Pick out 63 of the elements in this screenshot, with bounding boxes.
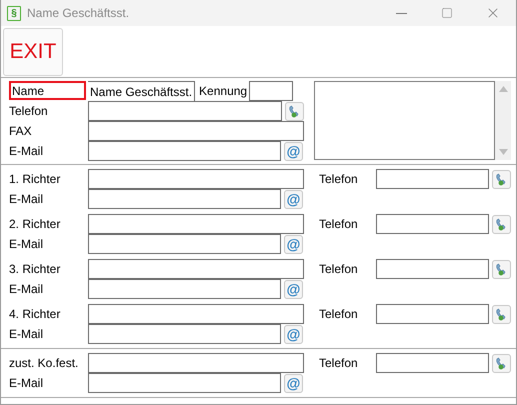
email-input[interactable] [88, 234, 281, 254]
phone-button[interactable] [492, 304, 511, 324]
email-label: E-Mail [9, 191, 44, 208]
phone-icon [288, 104, 301, 118]
email-input[interactable] [88, 141, 281, 161]
phone-label: Telefon [319, 171, 359, 188]
phone-button[interactable] [492, 170, 511, 188]
email-label: E-Mail [9, 236, 44, 253]
email-button[interactable]: @ [284, 280, 303, 298]
id-input[interactable] [249, 81, 294, 101]
maximize-icon [441, 7, 453, 19]
minimize-icon [396, 12, 406, 14]
email-input[interactable] [88, 189, 281, 209]
name-input[interactable] [88, 259, 304, 279]
contact-label: 2. Richter [9, 216, 62, 233]
fax-label: FAX [9, 123, 33, 140]
email-label: E-Mail [9, 281, 44, 298]
email-button[interactable]: @ [284, 142, 303, 160]
phone-button[interactable] [492, 354, 511, 372]
fax-input[interactable] [88, 121, 304, 141]
name-input[interactable] [88, 353, 304, 373]
phone-icon [495, 218, 508, 230]
phone-input[interactable] [376, 353, 489, 373]
id-label: Kennung [199, 83, 248, 100]
phone-icon [495, 356, 508, 370]
name-input[interactable] [88, 169, 304, 189]
phone-input[interactable] [376, 259, 489, 279]
phone-input[interactable] [376, 214, 489, 234]
phone-button[interactable] [492, 214, 511, 234]
phone-icon [495, 262, 508, 276]
email-label: E-Mail [9, 375, 44, 392]
email-button[interactable]: @ [284, 234, 303, 254]
app-icon: § [7, 6, 21, 20]
phone-icon [495, 172, 508, 186]
email-input[interactable] [88, 373, 281, 393]
contact-label: 3. Richter [9, 261, 62, 278]
phone-icon [495, 308, 508, 320]
name-label: Name [9, 81, 86, 100]
email-input[interactable] [88, 279, 281, 299]
name-input[interactable] [88, 214, 304, 234]
contact-label: 1. Richter [9, 171, 62, 188]
email-input[interactable] [88, 324, 281, 344]
phone-label: Telefon [319, 355, 359, 372]
email-button[interactable]: @ [284, 324, 303, 344]
phone-input[interactable] [376, 304, 489, 324]
email-label: E-Mail [9, 326, 44, 343]
window-title: Name Geschäftsst. [27, 6, 130, 20]
email-label: E-Mail [9, 143, 44, 160]
email-button[interactable]: @ [284, 190, 303, 208]
exit-button[interactable]: EXIT [3, 28, 63, 76]
contact-label: 4. Richter [9, 306, 62, 323]
email-button[interactable]: @ [284, 374, 303, 392]
phone-label: Telefon [319, 261, 359, 278]
name-input[interactable] [88, 304, 304, 324]
contact-label: zust. Ko.fest. [9, 355, 80, 372]
phone-input[interactable] [376, 169, 489, 189]
phone-button[interactable] [285, 102, 304, 120]
list-box[interactable] [314, 81, 495, 160]
phone-label: Telefon [319, 306, 359, 323]
phone-label: Telefon [319, 216, 359, 233]
phone-input[interactable] [88, 101, 282, 121]
phone-label: Telefon [9, 103, 49, 120]
phone-button[interactable] [492, 260, 511, 278]
